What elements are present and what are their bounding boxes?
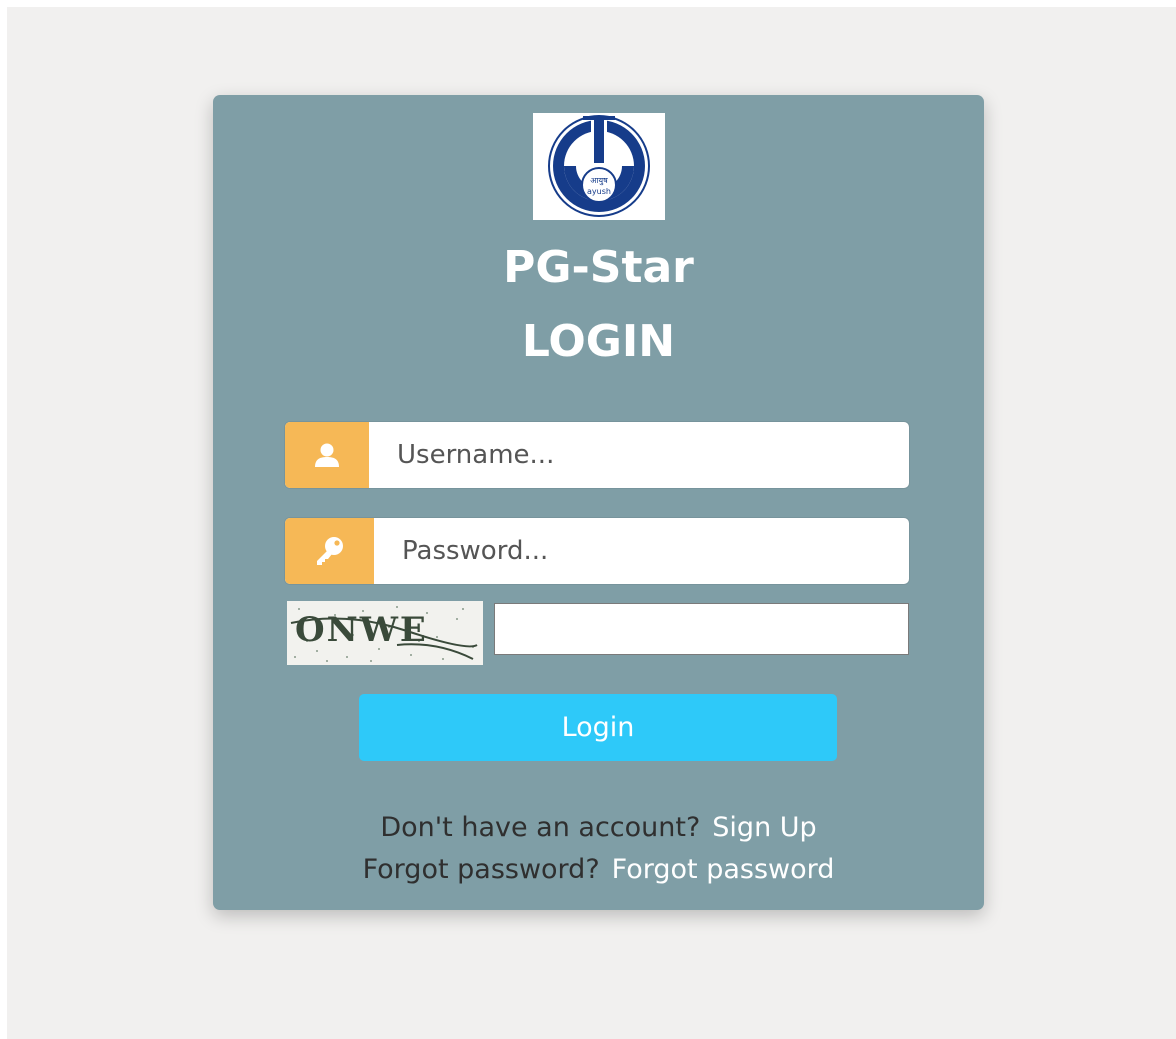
login-card: आयुष ayush PG-Star LOGIN Username... ONW… bbox=[213, 95, 984, 910]
username-addon bbox=[285, 422, 369, 488]
user-icon bbox=[315, 443, 339, 467]
signup-link[interactable]: Sign Up bbox=[712, 812, 816, 843]
login-button[interactable]: Login bbox=[359, 694, 837, 761]
username-group bbox=[285, 422, 909, 488]
logo-text-hindi: आयुष bbox=[590, 176, 608, 186]
logo-text-english: ayush bbox=[587, 187, 611, 196]
key-icon bbox=[316, 537, 343, 565]
ayush-emblem-icon: आयुष ayush bbox=[548, 115, 650, 217]
forgot-password-link[interactable]: Forgot password bbox=[612, 854, 835, 885]
password-group bbox=[285, 518, 909, 584]
captcha-graphic: ONWE bbox=[287, 601, 483, 665]
password-input[interactable] bbox=[374, 518, 909, 584]
captcha-input[interactable] bbox=[494, 603, 909, 655]
app-title: PG-Star bbox=[503, 242, 694, 293]
username-input[interactable] bbox=[369, 422, 909, 488]
ayush-logo: आयुष ayush bbox=[533, 113, 665, 220]
page-heading: LOGIN bbox=[521, 316, 676, 367]
password-addon bbox=[285, 518, 374, 584]
forgot-row: Forgot password? Forgot password bbox=[213, 852, 984, 888]
captcha-image: ONWE bbox=[287, 601, 483, 665]
signup-row: Don't have an account? Sign Up bbox=[213, 810, 984, 846]
signup-prompt: Don't have an account? bbox=[380, 812, 701, 843]
forgot-prompt: Forgot password? bbox=[362, 854, 600, 885]
